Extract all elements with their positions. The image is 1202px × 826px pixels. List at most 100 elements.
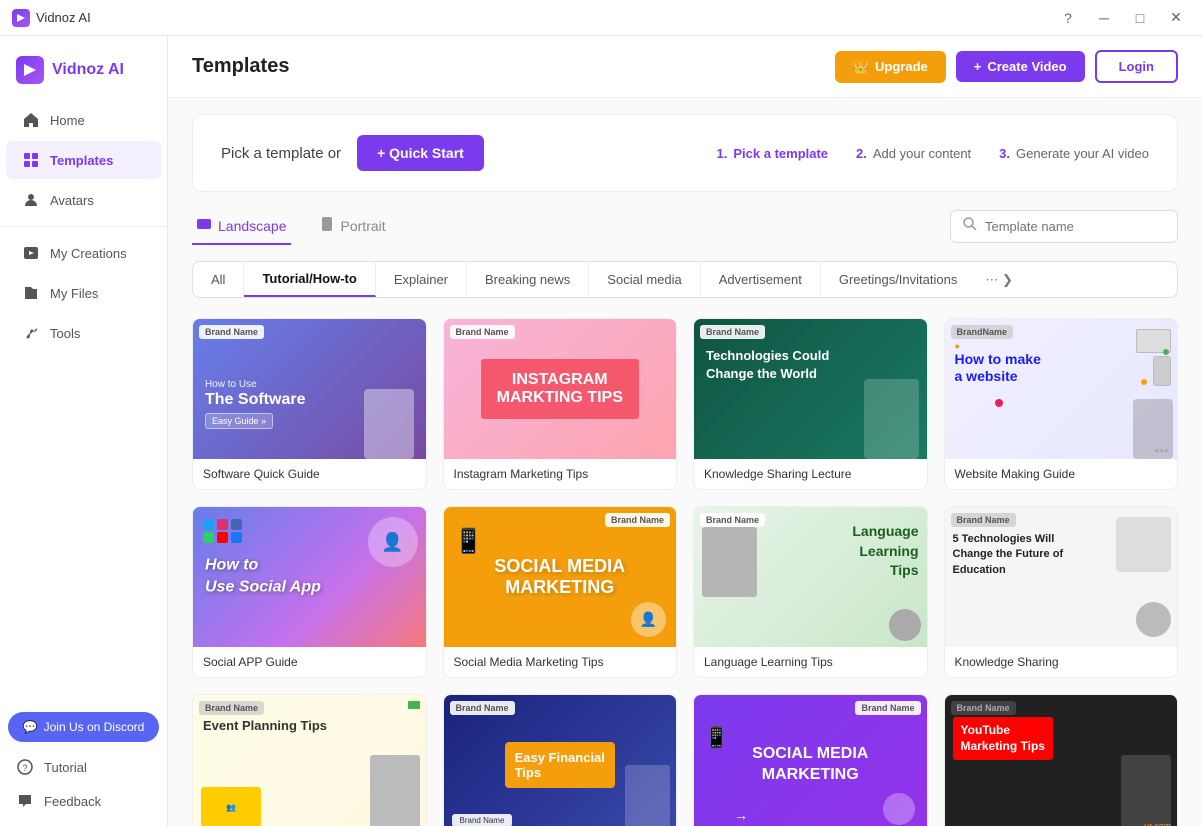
portrait-icon <box>319 216 335 235</box>
title-bar-help[interactable]: ? <box>1054 4 1082 32</box>
tab-portrait[interactable]: Portrait <box>315 208 390 245</box>
template-card-7[interactable]: Brand Name LanguageLearningTips Language… <box>693 506 928 678</box>
create-video-button[interactable]: + Create Video <box>956 51 1085 82</box>
person-10 <box>625 765 670 826</box>
step-1: 1. Pick a template <box>717 146 829 161</box>
person-1 <box>364 389 414 459</box>
template-thumb-4: BrandName ● How to makea website ●●● <box>945 319 1178 459</box>
discord-button[interactable]: 💬 Join Us on Discord <box>8 712 159 742</box>
cat-tab-all[interactable]: All <box>193 263 244 296</box>
tutorial-icon: ? <box>16 758 34 776</box>
title-bar-maximize[interactable]: □ <box>1126 4 1154 32</box>
tab-landscape[interactable]: Landscape <box>192 208 291 245</box>
sidebar-item-templates-label: Templates <box>50 153 113 168</box>
phone-11: 📱 <box>704 725 729 750</box>
cat-tab-greetings[interactable]: Greetings/Invitations <box>821 263 976 296</box>
login-button[interactable]: Login <box>1095 50 1178 83</box>
event-image-9: 👥 <box>201 787 261 826</box>
files-icon <box>22 284 40 302</box>
step-2-num: 2. <box>856 146 867 161</box>
header-actions: 👑 Upgrade + Create Video Login <box>835 50 1178 83</box>
sidebar-logo-text: Vidnoz AI <box>52 61 124 79</box>
sidebar-item-files[interactable]: My Files <box>6 274 161 312</box>
page-title: Templates <box>192 55 289 78</box>
pick-text: Pick a template or <box>221 145 341 162</box>
title-bar-controls[interactable]: ? ─ □ ✕ <box>1054 4 1190 32</box>
discord-label: Join Us on Discord <box>44 720 145 734</box>
template-card-2[interactable]: Brand Name INSTAGRAMMARKTING TIPS Instag… <box>443 318 678 490</box>
template-card-10[interactable]: Brand Name Easy Financial Tips Brand Nam… <box>443 694 678 826</box>
step-3-num: 3. <box>999 146 1010 161</box>
sidebar-item-home[interactable]: Home <box>6 101 161 139</box>
sidebar-feedback-label: Feedback <box>44 794 101 809</box>
thumb-text-10: Easy Financial Tips <box>505 742 615 788</box>
thumb-text-2: INSTAGRAMMARKTING TIPS <box>481 359 639 419</box>
brand-tag-10: Brand Name <box>450 701 515 715</box>
template-label-3: Knowledge Sharing Lecture <box>694 459 927 489</box>
sidebar-divider <box>0 226 167 227</box>
templates-icon <box>22 151 40 169</box>
brand-tag-6: Brand Name <box>605 513 670 527</box>
brand-tag-4: BrandName <box>951 325 1014 339</box>
template-thumb-3: Brand Name Technologies Could Change the… <box>694 319 927 459</box>
sidebar-bottom: 💬 Join Us on Discord <box>0 704 167 750</box>
sidebar-item-avatars-label: Avatars <box>50 193 94 208</box>
tools-icon <box>22 324 40 342</box>
thumb-text-9: Event Planning Tips <box>203 717 327 735</box>
main-content: Templates 👑 Upgrade + Create Video Login… <box>168 36 1202 826</box>
template-search-box[interactable] <box>950 210 1178 243</box>
discord-icon: 💬 <box>23 720 38 734</box>
sidebar-item-home-label: Home <box>50 113 85 128</box>
search-input[interactable] <box>985 219 1165 234</box>
template-card-6[interactable]: Brand Name SOCIAL MEDIAMARKETING 👤 📱 Soc… <box>443 506 678 678</box>
create-plus-icon: + <box>974 59 982 74</box>
template-card-9[interactable]: Brand Name Event Planning Tips 👥 Event P… <box>192 694 427 826</box>
main-header: Templates 👑 Upgrade + Create Video Login <box>168 36 1202 98</box>
template-card-5[interactable]: How toUse Social App 👤 <box>192 506 427 678</box>
search-icon <box>963 217 977 236</box>
cat-tab-tutorial[interactable]: Tutorial/How-to <box>244 262 375 297</box>
cat-tab-breaking[interactable]: Breaking news <box>467 263 589 296</box>
step-2-label: Add your content <box>873 146 971 161</box>
quick-start-button[interactable]: + Quick Start <box>357 135 484 171</box>
sidebar-logo: Vidnoz AI <box>0 44 167 100</box>
template-card-11[interactable]: Brand Name SOCIAL MEDIAMARKETING 📱 → Pur… <box>693 694 928 826</box>
sidebar-item-tutorial[interactable]: ? Tutorial <box>0 750 167 784</box>
cat-tab-social[interactable]: Social media <box>589 263 700 296</box>
template-label-1: Software Quick Guide <box>193 459 426 489</box>
sidebar-item-files-label: My Files <box>50 286 98 301</box>
template-card-12[interactable]: Brand Name YouTubeMarketing Tips ur.com … <box>944 694 1179 826</box>
cat-tab-explainer[interactable]: Explainer <box>376 263 467 296</box>
sidebar-item-creations[interactable]: My Creations <box>6 234 161 272</box>
template-card-1[interactable]: Brand Name How to Use The Software Easy … <box>192 318 427 490</box>
cat-tab-advertisement[interactable]: Advertisement <box>701 263 821 296</box>
brand-tag-11: Brand Name <box>855 701 920 715</box>
template-card-4[interactable]: BrandName ● How to makea website ●●● <box>944 318 1179 490</box>
feedback-icon <box>16 792 34 810</box>
avatars-icon <box>22 191 40 209</box>
sidebar-item-tools[interactable]: Tools <box>6 314 161 352</box>
sidebar-item-feedback[interactable]: Feedback <box>0 784 167 818</box>
thumb-text-8: 5 Technologies Will Change the Future of… <box>953 532 1093 578</box>
upgrade-button[interactable]: 👑 Upgrade <box>835 51 946 83</box>
cat-tab-more[interactable]: ⋯ ❯ <box>975 266 1023 294</box>
template-label-6: Social Media Marketing Tips <box>444 647 677 677</box>
landscape-label: Landscape <box>218 218 287 234</box>
avatar-6: 👤 <box>631 602 666 637</box>
templates-area: Landscape Portrait All Tut <box>168 208 1202 826</box>
person-12 <box>1121 755 1171 826</box>
app-container: Vidnoz AI Home Templates Avatars M <box>0 36 1202 826</box>
title-bar-left: Vidnoz AI <box>12 9 91 27</box>
brand-tag-8: Brand Name <box>951 513 1016 527</box>
sidebar-item-avatars[interactable]: Avatars <box>6 181 161 219</box>
template-card-8[interactable]: Brand Name 5 Technologies Will Change th… <box>944 506 1179 678</box>
watermark-12: ur.com <box>1144 821 1171 826</box>
logo-icon <box>16 56 44 84</box>
step-1-label: Pick a template <box>733 146 828 161</box>
sidebar-item-templates[interactable]: Templates <box>6 141 161 179</box>
template-card-3[interactable]: Brand Name Technologies Could Change the… <box>693 318 928 490</box>
thumb-text-12: YouTubeMarketing Tips <box>953 717 1053 760</box>
pick-template-banner: Pick a template or + Quick Start 1. Pick… <box>192 114 1178 192</box>
title-bar-minimize[interactable]: ─ <box>1090 4 1118 32</box>
title-bar-close[interactable]: ✕ <box>1162 4 1190 32</box>
